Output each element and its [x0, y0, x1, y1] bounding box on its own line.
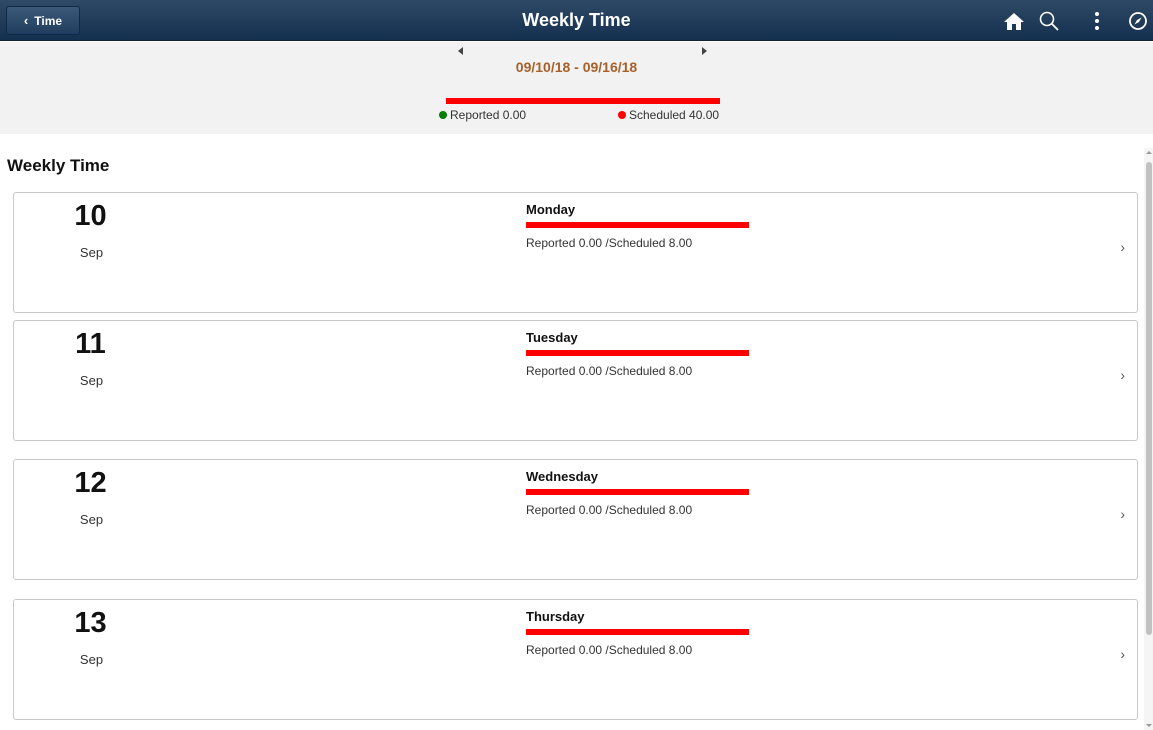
day-weekday: Tuesday: [526, 330, 578, 345]
previous-week-arrow-icon[interactable]: [458, 47, 463, 55]
day-month: Sep: [79, 373, 104, 388]
scroll-thumb[interactable]: [1146, 162, 1152, 635]
chevron-right-icon: ›: [1120, 506, 1125, 522]
day-card[interactable]: 11 Sep Tuesday Reported 0.00 /Scheduled …: [13, 320, 1138, 441]
day-month: Sep: [79, 245, 104, 260]
day-hours: Reported 0.00 /Scheduled 8.00: [526, 236, 693, 250]
section-title: Weekly Time: [7, 156, 110, 175]
day-month: Sep: [79, 512, 104, 527]
legend-scheduled: Scheduled 40.00: [618, 108, 719, 122]
reported-total: Reported 0.00: [450, 108, 527, 122]
more-vert-icon[interactable]: [1084, 8, 1110, 34]
day-progress-bar: [526, 489, 749, 495]
day-progress-bar: [526, 350, 749, 356]
chevron-right-icon: ›: [1120, 646, 1125, 662]
day-hours: Reported 0.00 /Scheduled 8.00: [526, 643, 693, 657]
vertical-scrollbar[interactable]: [1144, 148, 1153, 730]
day-card[interactable]: 13 Sep Thursday Reported 0.00 /Scheduled…: [13, 599, 1138, 720]
home-icon[interactable]: [1001, 8, 1027, 34]
scheduled-total: Scheduled 40.00: [629, 108, 720, 122]
date-range: 09/10/18 - 09/16/18: [515, 59, 638, 75]
navbar-icon[interactable]: [1125, 8, 1151, 34]
legend-reported: Reported 0.00: [439, 108, 526, 122]
day-month: Sep: [79, 652, 104, 667]
chevron-left-icon: ‹: [23, 13, 29, 28]
day-number: 11: [75, 328, 106, 360]
scroll-up-arrow-icon[interactable]: [1146, 151, 1152, 154]
chevron-right-icon: ›: [1120, 239, 1125, 255]
header-bar: ‹ Time Weekly Time: [0, 0, 1153, 41]
day-progress-bar: [526, 629, 749, 635]
day-card[interactable]: 10 Sep Monday Reported 0.00 /Scheduled 8…: [13, 192, 1138, 313]
day-number: 13: [74, 607, 107, 639]
chevron-right-icon: ›: [1120, 367, 1125, 383]
scroll-down-arrow-icon[interactable]: [1146, 724, 1152, 727]
next-week-arrow-icon[interactable]: [702, 47, 707, 55]
day-card[interactable]: 12 Sep Wednesday Reported 0.00 /Schedule…: [13, 459, 1138, 580]
day-hours: Reported 0.00 /Scheduled 8.00: [526, 364, 693, 378]
week-summary: 09/10/18 - 09/16/18 Reported 0.00 Schedu…: [0, 42, 1153, 134]
day-number: 12: [74, 467, 107, 499]
day-hours: Reported 0.00 /Scheduled 8.00: [526, 503, 693, 517]
day-weekday: Monday: [526, 202, 576, 217]
day-progress-bar: [526, 222, 749, 228]
day-weekday: Wednesday: [526, 469, 599, 484]
red-dot-icon: [618, 111, 626, 119]
day-weekday: Thursday: [526, 609, 585, 624]
green-dot-icon: [439, 111, 447, 119]
day-number: 10: [74, 200, 107, 232]
page-title: Weekly Time: [522, 10, 631, 30]
search-icon[interactable]: [1036, 8, 1062, 34]
back-button[interactable]: ‹ Time: [6, 6, 80, 35]
week-progress-bar: [446, 98, 720, 104]
back-button-label: Time: [34, 13, 63, 28]
